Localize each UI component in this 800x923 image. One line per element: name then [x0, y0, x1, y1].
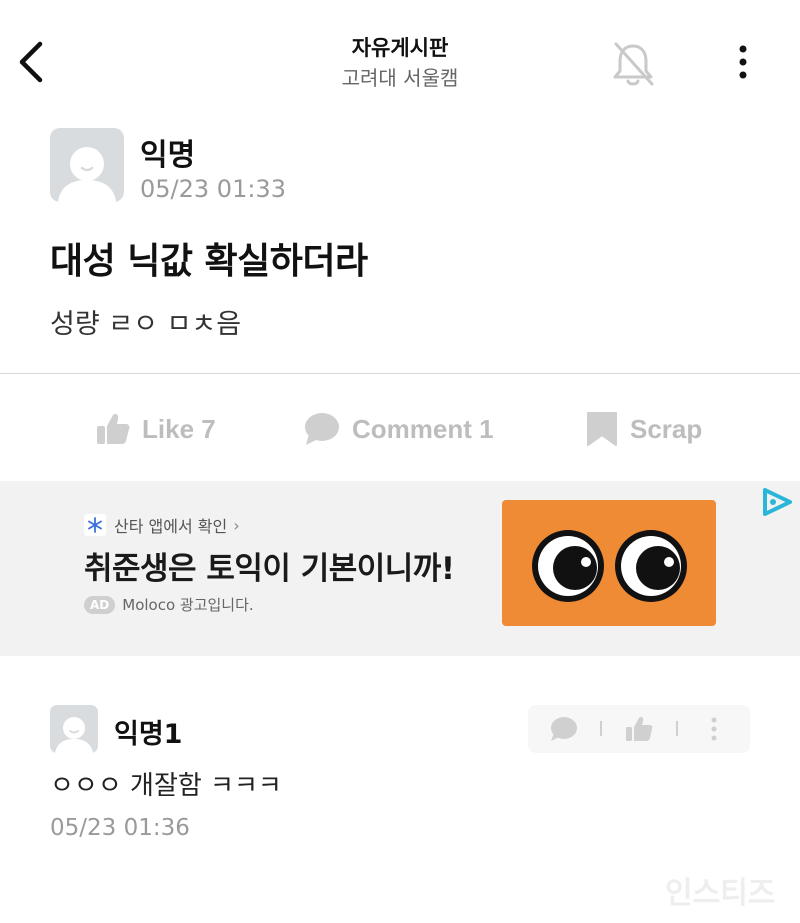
santa-app-icon [84, 514, 106, 536]
comment-author-name: 익명1 [114, 719, 183, 750]
comment-toolbar [528, 705, 750, 753]
bookmark-icon [587, 412, 617, 446]
ad-advertiser: Moloco 광고입니다. [122, 596, 254, 614]
divider [0, 373, 800, 374]
reply-button[interactable] [551, 717, 577, 741]
notification-toggle-button[interactable] [608, 40, 658, 88]
post-date: 05/23 01:33 [140, 175, 286, 203]
board-subtitle: 고려대 서울캠 [341, 66, 459, 90]
post-title: 대성 닉값 확실하더라 [50, 241, 368, 282]
scrap-label: Scrap [630, 413, 703, 444]
bell-off-icon [613, 42, 654, 86]
comment-button[interactable]: Comment 1 [304, 402, 494, 456]
ad-source[interactable]: 산타 앱에서 확인 › [84, 513, 240, 537]
cartoon-eyes-image [532, 530, 687, 602]
thumbs-up-icon [97, 414, 130, 444]
anonymous-avatar-icon [55, 717, 93, 753]
ad-choices-icon [763, 488, 792, 516]
more-options-button[interactable] [730, 44, 756, 82]
ad-footer: AD Moloco 광고입니다. [84, 594, 254, 615]
comment-label: Comment 1 [352, 413, 494, 444]
comment-text: ㅇㅇㅇ 개잘함 ㅋㅋㅋ [50, 771, 282, 801]
chevron-right-icon: › [233, 515, 240, 535]
anonymous-avatar-icon [58, 147, 116, 202]
comment-toolbar-icons [551, 717, 717, 741]
separator [676, 721, 678, 736]
ad-headline: 취준생은 토익이 기본이니까! [84, 551, 455, 587]
comment-date: 05/23 01:36 [50, 815, 190, 841]
board-title: 자유게시판 [351, 36, 449, 60]
post-author-avatar [50, 128, 124, 202]
scrap-button[interactable]: Scrap [586, 402, 702, 456]
comment-like-button[interactable] [626, 717, 653, 741]
ad-source-label: 산타 앱에서 확인 [114, 517, 228, 536]
ad-choices-button[interactable] [760, 486, 794, 518]
like-button[interactable]: Like 7 [96, 402, 216, 456]
separator [600, 721, 602, 736]
post-author-name: 익명 [140, 138, 196, 173]
ad-image[interactable] [502, 500, 716, 626]
watermark: 인스티즈 [665, 876, 776, 911]
ad-badge: AD [84, 595, 116, 614]
like-label: Like 7 [142, 413, 216, 444]
comment-author-avatar [50, 705, 98, 753]
comment-more-button[interactable] [711, 717, 717, 741]
more-vertical-icon [739, 45, 747, 79]
post-body: 성량 ㄹㅇ ㅁㅊ음 [50, 309, 242, 340]
speech-bubble-icon [305, 413, 339, 445]
